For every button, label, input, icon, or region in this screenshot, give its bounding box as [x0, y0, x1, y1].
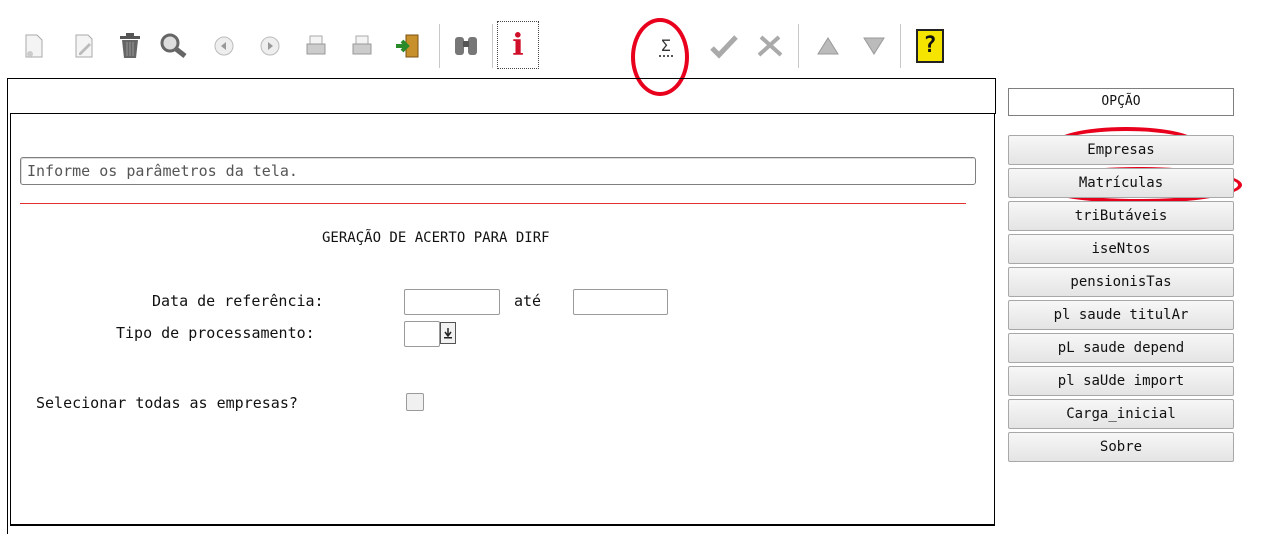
opcao-header: OPÇÃO	[1008, 88, 1234, 116]
data-referencia-label: Data de referência:	[152, 292, 324, 310]
tributaveis-button[interactable]: triButáveis	[1008, 201, 1234, 231]
up-icon[interactable]	[808, 18, 848, 74]
sum-icon[interactable]: Σ	[646, 18, 686, 74]
search-icon[interactable]	[154, 18, 194, 74]
ate-input[interactable]	[573, 289, 668, 315]
pl-saude-titular-button[interactable]: pl saude titulAr	[1008, 300, 1234, 330]
exit-door-icon[interactable]	[388, 18, 428, 74]
trash-icon[interactable]	[110, 18, 150, 74]
sum-glyph: Σ	[659, 35, 673, 57]
sobre-button[interactable]: Sobre	[1008, 432, 1234, 462]
ate-label: até	[514, 292, 542, 310]
help-glyph: ?	[916, 29, 944, 63]
print-alt-icon[interactable]	[342, 18, 382, 74]
message-field: Informe os parâmetros da tela.	[20, 157, 976, 185]
toolbar-separator	[900, 24, 901, 68]
pl-saude-depend-button[interactable]: pL saude depend	[1008, 333, 1234, 363]
info-glyph: i	[512, 27, 524, 63]
carga-inicial-button[interactable]: Carga_inicial	[1008, 399, 1234, 429]
dropdown-arrow-icon[interactable]	[440, 322, 456, 344]
tools-icon[interactable]	[750, 18, 790, 74]
toolbar-separator	[798, 24, 799, 68]
edit-icon[interactable]	[64, 18, 104, 74]
pl-saude-import-button[interactable]: pl saUde import	[1008, 366, 1234, 396]
down-icon[interactable]	[854, 18, 894, 74]
pensionistas-button[interactable]: pensionisTas	[1008, 267, 1234, 297]
next-icon[interactable]	[250, 18, 290, 74]
tipo-processamento-label: Tipo de processamento:	[116, 324, 315, 342]
new-doc-icon[interactable]	[14, 18, 54, 74]
matriculas-button[interactable]: Matrículas	[1008, 168, 1234, 198]
selecionar-todas-label: Selecionar todas as empresas?	[36, 394, 298, 412]
previous-icon[interactable]	[204, 18, 244, 74]
empresas-button[interactable]: Empresas	[1008, 135, 1234, 165]
form-title: GERAÇÃO DE ACERTO PARA DIRF	[322, 230, 550, 246]
isentos-button[interactable]: iseNtos	[1008, 234, 1234, 264]
binoculars-icon[interactable]	[446, 18, 486, 74]
info-icon[interactable]: i	[497, 21, 539, 69]
divider-line	[20, 203, 966, 204]
toolbar-separator	[439, 24, 440, 68]
help-icon[interactable]: ?	[910, 18, 950, 74]
selecionar-todas-checkbox[interactable]	[406, 393, 424, 411]
check-icon[interactable]	[704, 18, 744, 74]
tipo-processamento-select[interactable]	[404, 321, 440, 347]
toolbar: i Σ ?	[14, 18, 994, 78]
print-icon[interactable]	[296, 18, 336, 74]
toolbar-separator	[492, 24, 493, 68]
data-referencia-input[interactable]	[404, 289, 500, 315]
